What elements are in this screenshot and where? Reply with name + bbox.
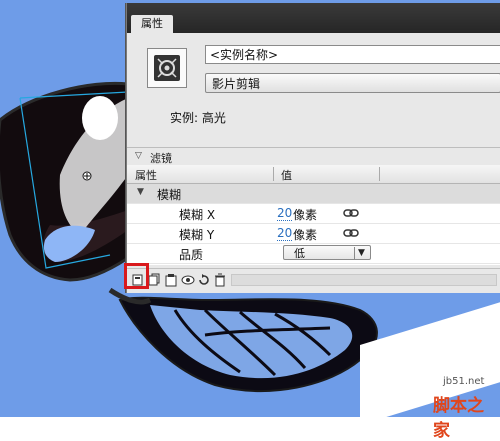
column-property: 属性 bbox=[135, 169, 157, 182]
column-divider[interactable] bbox=[273, 167, 274, 181]
column-value: 值 bbox=[281, 169, 292, 182]
clipboard-icon[interactable] bbox=[164, 273, 178, 287]
blur-y-unit: 像素 bbox=[293, 228, 318, 242]
blur-x-value[interactable]: 20 bbox=[277, 206, 293, 221]
expand-triangle-icon[interactable]: ▼ bbox=[137, 187, 144, 197]
panel-tab-bar: 属性 bbox=[127, 3, 500, 33]
filters-title: 滤镜 bbox=[150, 152, 172, 165]
blur-y-value[interactable]: 20 bbox=[277, 226, 293, 241]
movie-clip-icon bbox=[147, 48, 187, 88]
quality-value: 低 bbox=[294, 247, 305, 260]
filter-table-header: 属性 值 bbox=[127, 165, 500, 184]
tab-properties[interactable]: 属性 bbox=[131, 15, 173, 33]
watermark-site: jb51.net bbox=[443, 376, 485, 387]
filter-toolbar bbox=[127, 268, 500, 291]
horizontal-scrollbar[interactable] bbox=[231, 274, 497, 286]
watermark-brand: 脚本之家 bbox=[433, 396, 484, 441]
filter-row-quality: 品质 低 ▼ bbox=[127, 244, 500, 264]
delete-filter-icon[interactable] bbox=[213, 273, 227, 287]
blur-y-label: 模糊 Y bbox=[179, 228, 215, 242]
filters-section-header[interactable]: ▽ 滤镜 bbox=[127, 147, 500, 166]
highlight-box bbox=[124, 263, 149, 289]
filter-table: 属性 值 ▼ 模糊 模糊 X 20 像素 模糊 Y 20 像素 品质 低 ▼ bbox=[127, 165, 500, 265]
instance-name-input[interactable]: <实例名称> bbox=[205, 45, 500, 64]
collapse-triangle-icon[interactable]: ▽ bbox=[135, 151, 142, 161]
link-icon[interactable] bbox=[343, 228, 359, 238]
quality-select[interactable]: 低 ▼ bbox=[283, 245, 371, 260]
quality-label: 品质 bbox=[179, 248, 204, 262]
instance-value: 高光 bbox=[201, 111, 226, 125]
filter-row-blur-x: 模糊 X 20 像素 bbox=[127, 204, 500, 224]
enable-disable-icon[interactable] bbox=[181, 273, 195, 287]
symbol-type-select[interactable]: 影片剪辑 bbox=[205, 73, 500, 93]
blur-x-unit: 像素 bbox=[293, 208, 318, 222]
instance-label: 实例: bbox=[170, 111, 199, 125]
dropdown-arrow-icon: ▼ bbox=[358, 248, 365, 258]
column-divider[interactable] bbox=[379, 167, 380, 181]
select-divider bbox=[354, 247, 355, 259]
instance-info: 实例: 高光 bbox=[170, 109, 226, 126]
properties-panel: 属性 <实例名称> 影片剪辑 实例: 高光 ▽ 滤镜 属性 值 ▼ 模糊 模糊 … bbox=[126, 3, 500, 293]
reset-icon[interactable] bbox=[197, 273, 211, 287]
filter-group-blur[interactable]: ▼ 模糊 bbox=[127, 184, 500, 204]
link-icon[interactable] bbox=[343, 208, 359, 218]
filter-row-blur-y: 模糊 Y 20 像素 bbox=[127, 224, 500, 244]
filter-group-label: 模糊 bbox=[157, 188, 182, 202]
blur-x-label: 模糊 X bbox=[179, 208, 216, 222]
presets-icon[interactable] bbox=[147, 273, 161, 287]
